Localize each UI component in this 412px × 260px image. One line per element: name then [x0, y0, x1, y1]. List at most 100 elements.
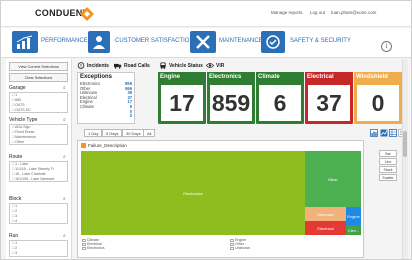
list-item-label: 101/106 - Lake Samoset	[15, 177, 55, 181]
clear-selections-button[interactable]: Clear Selections	[9, 73, 68, 82]
line-chart-icon[interactable]	[380, 129, 388, 137]
list-item[interactable]: □ 101/106 - Lake Samoset	[10, 177, 67, 182]
table-view-icon[interactable]	[389, 129, 397, 137]
list-item[interactable]: □ 3	[10, 251, 67, 256]
range-all-button[interactable]: All	[143, 129, 156, 137]
kpi-card-electrical[interactable]: Electrical 37	[305, 72, 353, 124]
legend-item[interactable]: Unknown	[230, 246, 250, 250]
run-list[interactable]: □ 1 □ 2 □ 3	[9, 240, 68, 257]
list-item-label: Maintenance	[15, 135, 36, 139]
search-icon[interactable]: ⌕	[63, 196, 66, 202]
bar-view-button[interactable]: Bar	[379, 150, 397, 157]
bar-chart-icon	[16, 35, 33, 49]
kpi-value: 17	[161, 85, 203, 121]
tab-safety-security-label[interactable]: SAFETY & SECURITY	[290, 38, 351, 44]
kpi-card-windshield[interactable]: Windshield 0	[354, 72, 402, 124]
tab-incidents[interactable]: Incidents	[77, 61, 109, 70]
filter-sidebar: View Current Selections Clear Selections…	[6, 59, 72, 259]
search-icon[interactable]: ⌕	[63, 233, 66, 239]
vertical-scrollbar[interactable]	[402, 59, 408, 259]
treemap-tile-other[interactable]: Other	[305, 151, 361, 207]
block-list[interactable]: □ 1 □ 2 □ 3 □ 4	[9, 203, 68, 224]
list-item[interactable]: □ OATS DC	[10, 108, 67, 113]
tab-performance[interactable]	[12, 31, 38, 53]
tab-maintenance[interactable]	[190, 31, 216, 53]
garage-title: Garage	[9, 85, 26, 91]
tab-performance-label[interactable]: PERFORMANCE	[41, 38, 88, 44]
tab-vehicle-status[interactable]: Vehicle Status	[159, 61, 203, 70]
legend-label: Electronics	[87, 246, 105, 250]
manage-reports-link[interactable]: Manage reports	[271, 10, 303, 15]
list-item-label: ADA Sign	[14, 125, 31, 129]
list-item[interactable]: □ 4	[10, 219, 67, 224]
tile-label: Other	[327, 176, 338, 182]
scrollbar-thumb[interactable]	[403, 131, 407, 157]
vehicle-type-title: Vehicle Type	[9, 117, 38, 123]
tab-customer-satisfaction-label[interactable]: CUSTOMER SATISFACTION	[115, 38, 194, 44]
treemap-tile-unknown[interactable]: Unknown	[305, 207, 346, 221]
tab-vir[interactable]: VIR	[206, 61, 224, 70]
kpi-card-climate[interactable]: Climate 6	[256, 72, 304, 124]
kpi-label: Engine	[158, 72, 206, 83]
list-item[interactable]: □ Other	[10, 140, 67, 145]
list-item-label: 4	[15, 219, 18, 223]
search-icon[interactable]: ⌕	[63, 85, 66, 91]
kpi-label: Electrical	[305, 72, 353, 83]
treemap-tile-electronics[interactable]: Electronics	[81, 151, 305, 235]
range-30-days-button[interactable]: 30 Days	[122, 129, 145, 137]
tow-truck-icon	[114, 63, 122, 69]
kpi-label: Electronics	[207, 72, 255, 83]
user-email-link[interactable]: tuan.pham@xone.com	[331, 10, 376, 15]
list-item-label: 2	[15, 246, 18, 250]
kpi-card-electronics[interactable]: Electronics 859	[207, 72, 255, 124]
tile-label: Unknown	[317, 211, 334, 217]
search-icon[interactable]: ⌕	[63, 117, 66, 123]
tab-road-calls[interactable]: Road Calls	[114, 61, 150, 70]
info-icon[interactable]: i	[381, 41, 392, 52]
treemap-tile-electrical[interactable]: Electrical	[305, 221, 346, 235]
chart-title: Failure_Description	[88, 143, 127, 148]
kpi-label: Windshield	[354, 72, 402, 83]
kpi-value: 0	[357, 85, 399, 121]
legend-swatch	[82, 246, 86, 250]
garage-list[interactable]: □ 1 □ 665 □ OATS □ OATS DC	[9, 92, 68, 113]
list-item-label: Other	[15, 140, 25, 144]
list-item-label: 1	[15, 93, 18, 97]
alert-icon	[77, 62, 85, 69]
list-item-label: 3	[15, 214, 18, 218]
list-item-label: 665	[15, 98, 22, 102]
kpi-card-engine[interactable]: Engine 17	[158, 72, 206, 124]
route-list[interactable]: □ 1 - Lake □ 11/116 - Lake Stanely Tr □ …	[9, 161, 68, 182]
legend-item[interactable]: Electronics	[82, 246, 105, 250]
wrench-icon	[196, 35, 210, 49]
vehicle-type-list[interactable]: □ ADA Sign □ Fixed Route □ Maintenance □…	[9, 124, 68, 145]
treemap-tile-engine[interactable]: Engine	[346, 207, 361, 225]
view-selections-button[interactable]: View Current Selections	[9, 62, 68, 71]
bus-icon	[160, 62, 166, 69]
tile-label: Engine	[347, 213, 360, 219]
list-item-label: OATS	[15, 103, 25, 107]
eye-icon	[206, 63, 214, 68]
scatter-view-button[interactable]: Scatter	[379, 174, 397, 181]
tab-maintenance-label[interactable]: MAINTENANCE	[219, 38, 263, 44]
range-5-days-button[interactable]: 5 Days	[102, 129, 123, 137]
legend-swatch	[230, 246, 234, 250]
legend-label: Unknown	[235, 246, 250, 250]
list-item-label: 16 - Lake Charlotte	[15, 172, 46, 176]
tab-safety-security[interactable]	[261, 31, 285, 53]
app-window: CONDUENT Manage reports Log out tuan.pha…	[0, 0, 412, 260]
exceptions-title: Exceptions	[80, 74, 113, 80]
line-view-button[interactable]: Line	[379, 158, 397, 165]
tab-customer-satisfaction[interactable]	[88, 31, 110, 53]
treemap-tile-climate[interactable]: Clim...	[346, 225, 361, 235]
list-item-label: 3	[15, 251, 18, 255]
logout-link[interactable]: Log out	[310, 10, 325, 15]
range-1-day-button[interactable]: 1 Day	[84, 129, 103, 137]
list-item-label: 1	[15, 204, 18, 208]
stack-view-button[interactable]: Stack	[379, 166, 397, 173]
row-value: 0	[129, 113, 132, 119]
bar-chart-icon[interactable]	[370, 129, 378, 137]
table-row[interactable]: 0	[80, 114, 132, 119]
search-icon[interactable]: ⌕	[63, 154, 66, 160]
kpi-label: Climate	[256, 72, 304, 83]
